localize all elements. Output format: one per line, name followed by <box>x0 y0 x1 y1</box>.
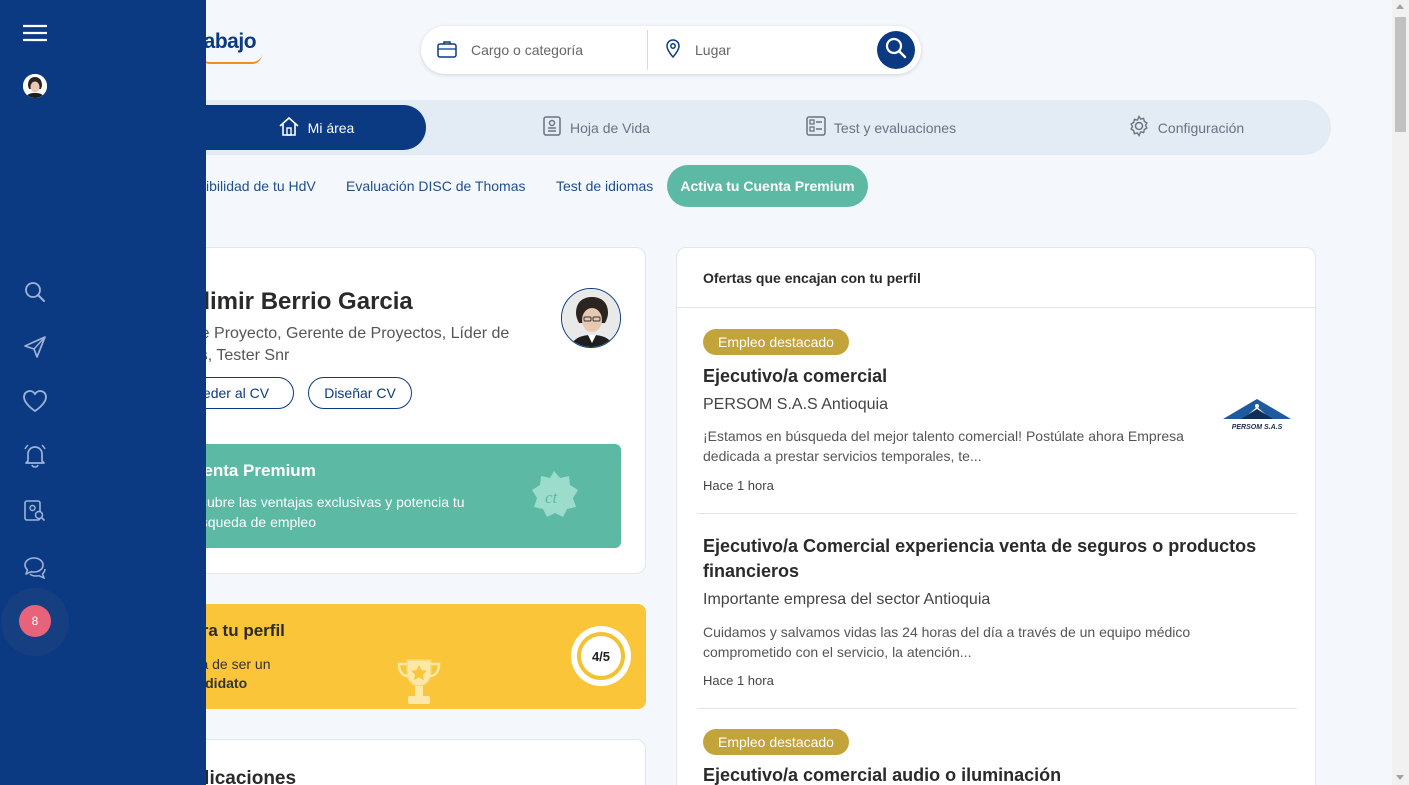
scrollbar[interactable] <box>1392 0 1409 785</box>
offer-description: Cuidamos y salvamos vidas las 24 horas d… <box>703 624 1191 660</box>
company-logo: PERSOM S.A.S <box>1219 393 1295 433</box>
applications-card: aplicaciones <box>150 739 646 785</box>
main-area: rabajo Mi área <box>0 0 1392 785</box>
featured-badge: Empleo destacado <box>703 329 849 355</box>
premium-promo[interactable]: uenta Premium scubre las ventajas exclus… <box>171 444 621 548</box>
offer-time: Hace 1 hora <box>703 478 774 493</box>
offer-title[interactable]: Ejecutivo/a comercial audio o iluminació… <box>703 763 1283 785</box>
location-pin-icon <box>665 38 681 62</box>
featured-badge: Empleo destacado <box>703 729 849 755</box>
profile-titles-text: r de Proyecto, Gerente de Proyectos, Líd… <box>182 325 510 364</box>
scrollbar-thumb[interactable] <box>1395 17 1406 132</box>
tab-configuracion[interactable]: Configuración <box>1106 105 1266 150</box>
secure-profile-card[interactable]: gura tu perfil erca de ser un candidato … <box>150 604 646 709</box>
cargo-field[interactable] <box>437 26 647 74</box>
notification-badge[interactable]: 8 <box>19 605 51 637</box>
offer-title[interactable]: Ejecutivo/a comercial <box>703 364 1283 389</box>
tab-hoja-de-vida[interactable]: Hoja de Vida <box>506 105 686 150</box>
profile-search-icon[interactable] <box>22 498 48 524</box>
send-icon[interactable] <box>22 334 48 360</box>
notification-badge-wrapper[interactable]: 8 <box>1 588 69 656</box>
profile-titles: r de Proyecto, Gerente de Proyectos, Líd… <box>182 323 562 367</box>
tab-label: Configuración <box>1157 119 1245 136</box>
chat-icon[interactable] <box>22 554 48 580</box>
scroll-up-arrow-icon[interactable] <box>1396 4 1404 9</box>
subnav-disc[interactable]: Evaluación DISC de Thomas <box>346 165 526 207</box>
profile-progress-value: 4/5 <box>577 632 625 680</box>
profile-name: adimir Berrio Garcia <box>182 288 413 315</box>
profile-progress-ring: 4/5 <box>571 626 631 686</box>
offer-item[interactable]: Empleo destacado Ejecutivo/a comercial P… <box>697 308 1297 514</box>
gear-icon <box>1128 115 1150 140</box>
tab-label: Test y evaluaciones <box>833 119 957 136</box>
design-cv-button[interactable]: Diseñar CV <box>308 377 412 409</box>
company-logo-text: PERSOM S.A.S <box>1232 424 1283 431</box>
scroll-down-arrow-icon[interactable] <box>1396 775 1404 780</box>
offer-company: PERSOM S.A.S Antioquia <box>703 396 888 413</box>
search-icon[interactable] <box>22 279 48 305</box>
tab-label: Hoja de Vida <box>570 119 650 136</box>
subnav-premium-button[interactable]: Activa tu Cuenta Premium <box>667 165 868 207</box>
avatar[interactable] <box>23 74 47 98</box>
profile-card: adimir Berrio Garcia r de Proyecto, Gere… <box>150 247 646 574</box>
offers-heading: Ofertas que encajan con tu perfil <box>703 270 921 286</box>
search-icon <box>885 37 907 64</box>
lugar-field[interactable] <box>665 26 865 74</box>
tab-label: Mi área <box>307 119 355 136</box>
offer-title[interactable]: Ejecutivo/a Comercial experiencia venta … <box>703 534 1283 584</box>
search-divider <box>647 30 648 70</box>
premium-title: uenta Premium <box>193 461 316 480</box>
svg-text:ct: ct <box>545 488 559 507</box>
offer-item[interactable]: Empleo destacado Ejecutivo/a comercial a… <box>697 709 1297 785</box>
offer-company: Importante empresa del sector Antioquia <box>703 591 991 608</box>
subnav-idiomas[interactable]: Test de idiomas <box>556 165 653 207</box>
sidebar: 8 <box>0 0 206 785</box>
tab-test-y-evaluaciones[interactable]: Test y evaluaciones <box>786 105 976 150</box>
home-icon <box>278 115 300 140</box>
search-bar <box>421 26 921 74</box>
resume-icon <box>542 116 562 139</box>
checklist-icon <box>806 116 826 139</box>
profile-avatar[interactable] <box>561 288 621 348</box>
premium-text: scubre las ventajas exclusivas y potenci… <box>193 494 465 530</box>
tab-mi-area[interactable]: Mi área <box>206 105 426 150</box>
logo-swoosh <box>200 54 262 64</box>
cargo-input[interactable] <box>471 42 631 58</box>
briefcase-icon <box>437 40 457 61</box>
offer-time: Hace 1 hora <box>703 673 774 688</box>
heart-icon[interactable] <box>22 388 48 414</box>
lugar-input[interactable] <box>695 42 855 58</box>
search-button[interactable] <box>877 31 915 69</box>
subnav-visibilidad[interactable]: ibilidad de tu HdV <box>206 165 316 207</box>
offer-description: ¡Estamos en búsqueda del mejor talento c… <box>703 428 1184 464</box>
offers-card: Ofertas que encajan con tu perfil Empleo… <box>676 247 1316 785</box>
main-tabs: Mi área Hoja de Vida Test y evaluaciones… <box>206 100 1331 155</box>
trophy-icon <box>393 656 445 717</box>
menu-icon[interactable] <box>22 20 48 46</box>
offer-item[interactable]: Ejecutivo/a Comercial experiencia venta … <box>697 514 1297 709</box>
premium-badge-icon: ct <box>526 468 582 529</box>
bell-icon[interactable] <box>22 443 48 469</box>
offers-header: Ofertas que encajan con tu perfil <box>677 248 1315 308</box>
